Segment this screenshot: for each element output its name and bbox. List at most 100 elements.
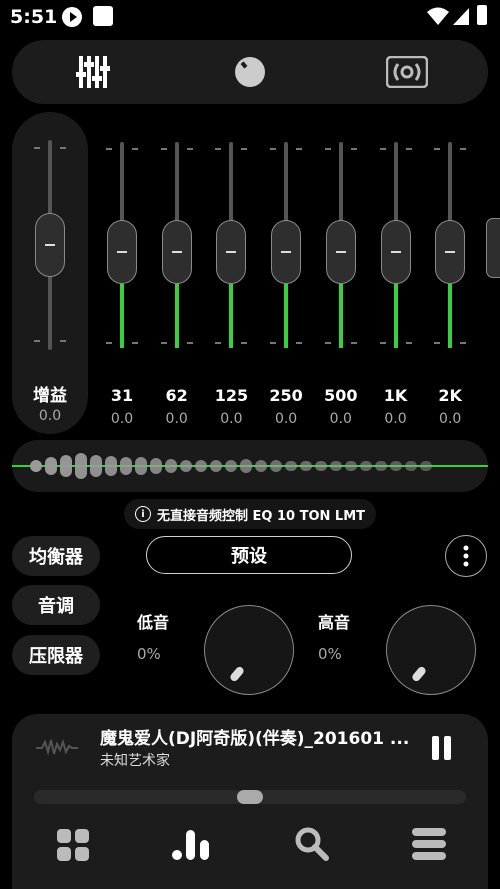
band-gain-value: 0.0: [165, 411, 188, 427]
band-slider-thumb[interactable]: [435, 220, 466, 284]
band-slider-thumb[interactable]: [380, 220, 411, 284]
spectrum-bar: [255, 460, 267, 472]
info-banner: i 无直接音频控制 EQ 10 TON LMT: [124, 499, 376, 529]
spectrum-bar: [375, 461, 387, 471]
limiter-button[interactable]: 压限器: [12, 635, 100, 675]
tone-button[interactable]: 音调: [12, 585, 100, 625]
spectrum-bar: [225, 460, 237, 472]
treble-value: 0%: [318, 645, 342, 663]
preset-button[interactable]: 预设: [146, 536, 352, 574]
treble-dial[interactable]: [386, 605, 476, 695]
info-icon: i: [134, 506, 151, 522]
more-options-button[interactable]: [445, 535, 487, 577]
spectrum-bar: [315, 461, 327, 471]
pause-icon: [432, 736, 451, 760]
spectrum-bar: [300, 461, 312, 471]
signal-icon: [452, 6, 470, 30]
spectrum-bar: [285, 461, 297, 471]
knob-icon[interactable]: [234, 56, 266, 92]
equalizer-sliders-icon[interactable]: [76, 54, 110, 94]
gain-value: 0.0: [38, 408, 62, 424]
band-slider-500[interactable]: [321, 142, 361, 348]
spectrum-bar: [420, 461, 432, 471]
band-slider-125[interactable]: [211, 142, 251, 348]
spectrum-bar: [150, 458, 162, 474]
track-artist: 未知艺术家: [100, 753, 170, 769]
band-slider-1K[interactable]: [376, 142, 416, 348]
battery-icon: [477, 5, 487, 25]
band-gain-value: 0.0: [110, 411, 134, 427]
gain-slider[interactable]: [30, 140, 70, 350]
spectrum-bar: [30, 460, 42, 472]
band-frequency-label: 2K: [438, 386, 462, 405]
band-slider-overflow[interactable]: [486, 218, 500, 278]
spectrum-bar: [90, 455, 102, 477]
spectrum-bar: [240, 459, 252, 473]
spectrum-bar: [105, 456, 117, 476]
more-vertical-icon: [463, 545, 469, 567]
band-frequency-label: 500: [324, 386, 358, 405]
bar-chart-icon: [172, 830, 209, 860]
notification-square-icon: [93, 6, 113, 26]
spectrum-bar: [330, 461, 342, 471]
spectrum-bar: [165, 459, 177, 473]
band-gain-value: 0.0: [384, 411, 407, 427]
seek-thumb[interactable]: [237, 790, 263, 804]
band-frequency-label: 62: [165, 386, 188, 405]
virtualizer-icon[interactable]: [385, 55, 429, 92]
band-slider-thumb[interactable]: [325, 220, 356, 284]
band-slider-thumb[interactable]: [271, 220, 302, 284]
spectrum-bar: [345, 461, 357, 471]
band-slider-62[interactable]: [157, 142, 197, 348]
equalizer-button-label: 均衡器: [29, 547, 83, 568]
grid-icon: [57, 829, 89, 861]
band-frequency-label: 1K: [383, 386, 408, 405]
band-frequency-label: 125: [214, 386, 249, 405]
tone-button-label: 音调: [38, 596, 74, 617]
bass-dial[interactable]: [204, 605, 294, 695]
limiter-button-label: 压限器: [29, 646, 83, 667]
band-slider-thumb[interactable]: [216, 220, 247, 284]
band-slider-thumb[interactable]: [107, 220, 137, 284]
menu-icon: [412, 828, 446, 860]
pause-button[interactable]: [430, 735, 454, 765]
spectrum-bar: [195, 460, 207, 472]
seek-bar[interactable]: [34, 790, 466, 804]
spectrum-bar: [180, 460, 192, 472]
spectrum-bar: [210, 460, 222, 472]
spectrum-bar: [75, 453, 87, 479]
band-gain-value: 0.0: [329, 411, 352, 427]
treble-dial-indicator: [410, 665, 428, 683]
search-icon: [295, 827, 329, 861]
treble-label: 高音: [318, 613, 351, 632]
nav-grid-button[interactable]: [56, 828, 90, 866]
wifi-icon: [426, 6, 450, 30]
gain-slider-thumb[interactable]: [35, 213, 65, 277]
spectrum-bar: [120, 457, 132, 475]
spectrum-bar: [60, 455, 72, 477]
band-gain-value: 0.0: [220, 411, 243, 427]
spectrum-bar: [45, 457, 57, 475]
nav-equalizer-button[interactable]: [172, 826, 212, 866]
band-slider-250[interactable]: [266, 142, 306, 348]
info-text: 无直接音频控制 EQ 10 TON LMT: [156, 508, 365, 524]
bass-dial-indicator: [228, 665, 246, 683]
band-slider-thumb[interactable]: [161, 220, 192, 284]
bass-value: 0%: [137, 645, 161, 663]
band-slider-2K[interactable]: [430, 142, 470, 348]
spectrum-bar: [390, 461, 402, 471]
band-slider-31[interactable]: [102, 142, 142, 348]
play-status-icon: [62, 7, 82, 27]
bass-label: 低音: [137, 613, 170, 632]
nav-search-button[interactable]: [294, 826, 330, 866]
gain-label: 增益: [33, 386, 67, 406]
waveform-icon: [36, 734, 78, 762]
band-gain-value: 0.0: [439, 411, 462, 427]
spectrum-bar: [270, 460, 282, 472]
spectrum-bar: [360, 461, 372, 471]
track-title: 魔鬼爱人(DJ阿奇版)(伴奏)_201601 ...: [100, 729, 410, 749]
preset-button-label: 预设: [231, 546, 267, 567]
band-frequency-label: 250: [269, 386, 303, 405]
equalizer-button[interactable]: 均衡器: [12, 536, 100, 576]
nav-menu-button[interactable]: [412, 828, 446, 864]
